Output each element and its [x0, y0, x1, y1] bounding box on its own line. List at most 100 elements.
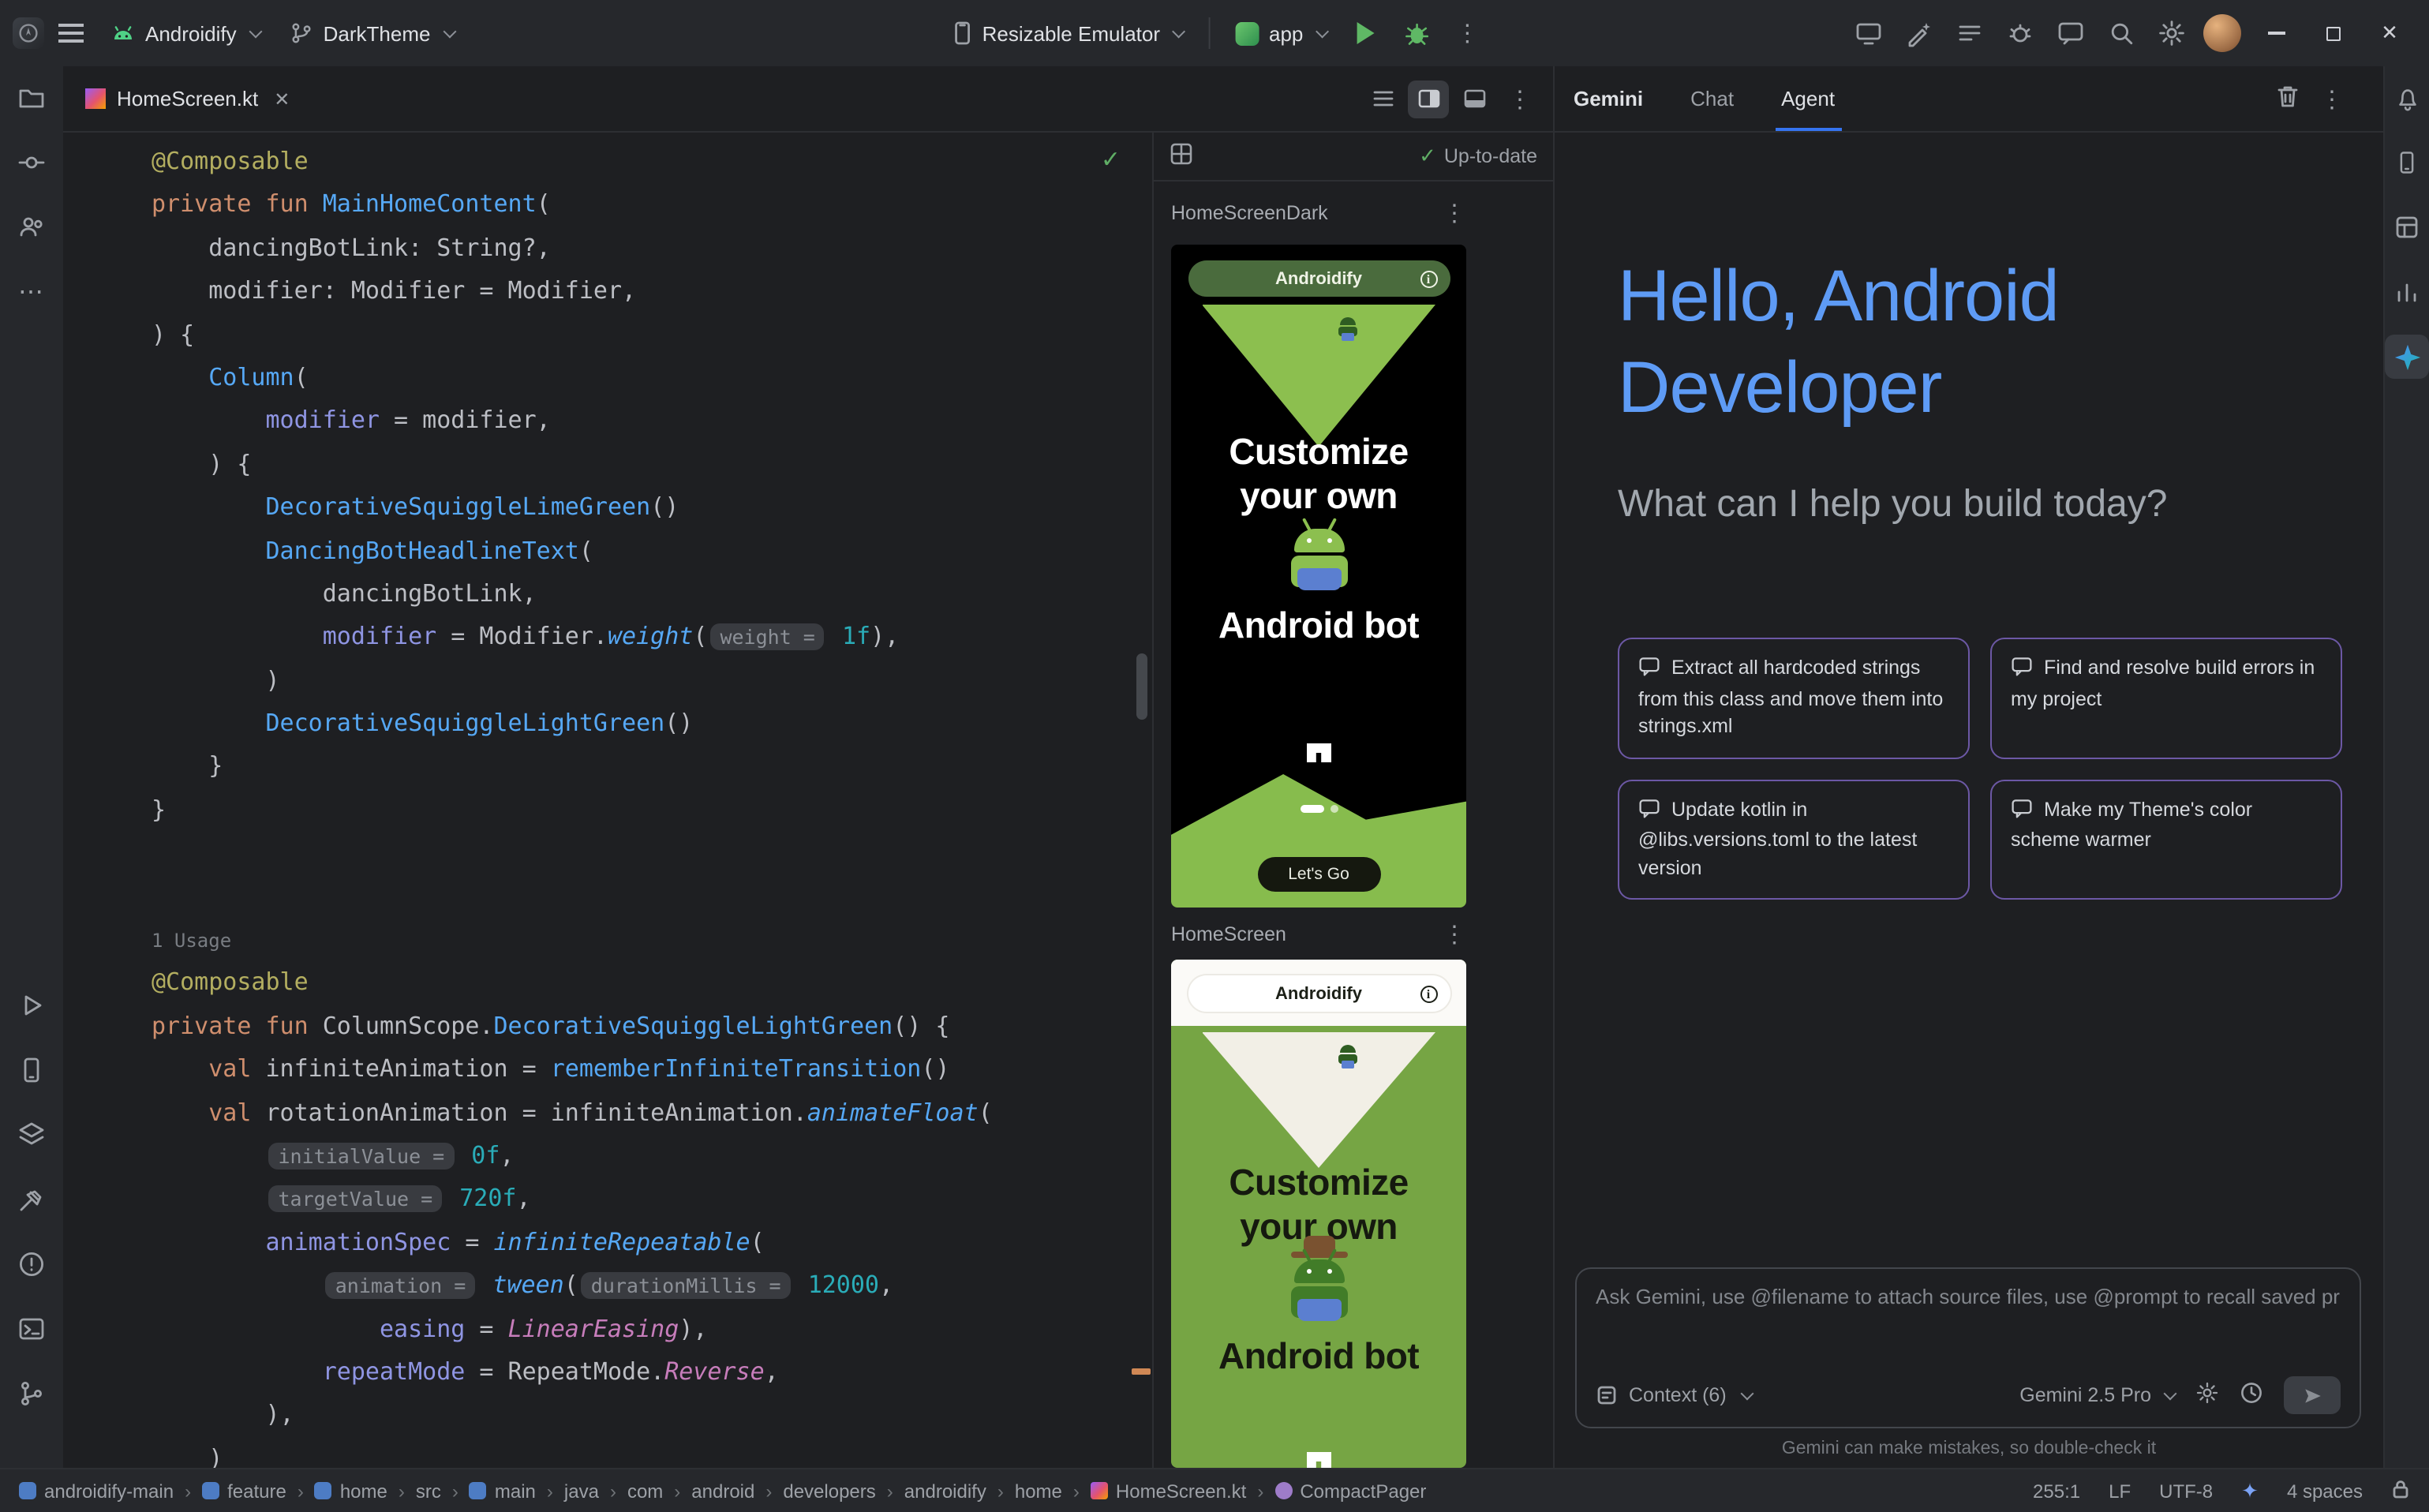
more-tool-windows-button[interactable]: ⋯ [9, 270, 54, 314]
device-selector[interactable]: Resizable Emulator [938, 14, 1196, 52]
gemini-options-button[interactable]: ⋮ [2320, 84, 2344, 113]
preview-scroll-area[interactable]: HomeScreenDark ⋮ Androidify i [1154, 182, 1553, 1468]
vcs-branch-selector[interactable]: DarkTheme [276, 14, 467, 52]
lets-go-button: Let's Go [1257, 857, 1380, 892]
notifications-button[interactable] [2385, 76, 2429, 120]
caret-position[interactable]: 255:1 [2033, 1480, 2080, 1502]
gemini-prompt-input[interactable] [1596, 1285, 2341, 1308]
commit-tool-button[interactable] [9, 140, 54, 185]
window-close-button[interactable]: ✕ [2363, 9, 2416, 57]
prompt-history-button[interactable] [2240, 1381, 2263, 1409]
version-control-tool-button[interactable] [9, 1372, 54, 1416]
device-manager-button[interactable] [2385, 140, 2429, 185]
breadcrumb-item[interactable]: home [315, 1480, 387, 1502]
code-line: private fun ColumnScope.DecorativeSquigg… [152, 1005, 1152, 1049]
suggestion-card[interactable]: Find and resolve build errors in my proj… [1990, 638, 2342, 758]
window-maximize-button[interactable] [2306, 9, 2360, 57]
list-icon [1956, 19, 1984, 47]
settings-button[interactable] [2148, 9, 2195, 57]
code-line: } [152, 789, 1152, 833]
pull-requests-tool-button[interactable] [9, 205, 54, 249]
code-line: dancingBotLink, [152, 573, 1152, 616]
terminal-tool-button[interactable] [9, 1307, 54, 1351]
model-selector[interactable]: Gemini 2.5 Pro [2019, 1384, 2175, 1406]
running-devices-tool-button[interactable] [9, 1048, 54, 1092]
editor-scrollbar[interactable] [1136, 653, 1147, 720]
gemini-tool-button[interactable] [2385, 335, 2429, 379]
trash-icon [2276, 84, 2300, 109]
project-tool-button[interactable] [9, 76, 54, 120]
module-icon [202, 1482, 219, 1499]
breadcrumb-item[interactable]: HomeScreen.kt [1091, 1480, 1246, 1502]
device-icon [951, 21, 973, 46]
send-button[interactable] [2284, 1376, 2341, 1414]
preview-layout-button[interactable] [1170, 142, 1193, 170]
problems-tool-button[interactable] [9, 1242, 54, 1286]
editor-options-button[interactable]: ⋮ [1499, 80, 1540, 118]
indent-setting[interactable]: 4 spaces [2287, 1480, 2363, 1502]
code-editor[interactable]: @Composableprivate fun MainHomeContent( … [63, 133, 1152, 1468]
preview-homescreendark[interactable]: Androidify i Customize your own [1171, 245, 1466, 908]
main-menu-button[interactable] [47, 9, 95, 57]
breadcrumb-item[interactable]: CompactPager [1274, 1480, 1426, 1502]
run-configuration-selector[interactable]: app [1223, 15, 1339, 51]
suggestion-card[interactable]: Update kotlin in @libs.versions.toml to … [1618, 779, 1970, 900]
debug-button[interactable] [1393, 9, 1440, 57]
breadcrumb-item[interactable]: android [691, 1480, 754, 1502]
ai-spark-icon[interactable]: ✦ [2241, 1478, 2259, 1503]
close-tab-icon[interactable]: ✕ [274, 88, 290, 110]
breadcrumb-item[interactable]: androidify-main [19, 1480, 174, 1502]
breadcrumb-item[interactable]: androidify [904, 1480, 986, 1502]
method-icon [1274, 1482, 1292, 1499]
breadcrumb-item[interactable]: feature [202, 1480, 286, 1502]
editor-split-view-button[interactable] [1408, 80, 1449, 118]
run-tool-button[interactable] [9, 983, 54, 1027]
editor-list-view-button[interactable] [1362, 80, 1403, 118]
tab-homescreen-kt[interactable]: HomeScreen.kt ✕ [63, 66, 305, 131]
task-list-button[interactable] [1946, 9, 1993, 57]
preview-headline: Customize [1171, 1162, 1466, 1204]
code-review-button[interactable] [2047, 9, 2094, 57]
chevron-down-icon [1316, 24, 1329, 38]
preview-options-icon[interactable]: ⋮ [1443, 919, 1466, 948]
search-everywhere-button[interactable] [2098, 9, 2145, 57]
build-variants-tool-button[interactable] [9, 1113, 54, 1157]
layers-icon [17, 1121, 46, 1149]
chevron-down-icon [1173, 24, 1186, 38]
breadcrumb-item[interactable]: main [470, 1480, 536, 1502]
app-insights-button[interactable] [2385, 270, 2429, 314]
layout-inspector-button[interactable] [2385, 205, 2429, 249]
code-line [152, 875, 1152, 919]
run-button[interactable] [1342, 9, 1390, 57]
suggestion-card[interactable]: Extract all hardcoded strings from this … [1618, 638, 1970, 758]
project-selector[interactable]: Androidify [98, 15, 273, 51]
gemini-prompt-box[interactable]: Context (6) Gemini 2.5 Pro [1575, 1267, 2361, 1428]
preview-build-status[interactable]: ✓ Up-to-date [1419, 144, 1537, 169]
gemini-actions-button[interactable] [1896, 9, 1943, 57]
clear-conversation-button[interactable] [2276, 84, 2300, 114]
readonly-toggle[interactable] [2391, 1478, 2410, 1503]
window-minimize-button[interactable] [2249, 9, 2303, 57]
more-actions-button[interactable]: ⋮ [1443, 9, 1491, 57]
user-profile-button[interactable] [2199, 9, 2246, 57]
ai-debug-button[interactable] [1997, 9, 2044, 57]
build-tool-button[interactable] [9, 1177, 54, 1222]
device-mirroring-button[interactable] [1845, 9, 1892, 57]
preview-options-icon[interactable]: ⋮ [1443, 199, 1466, 227]
line-ending[interactable]: LF [2109, 1480, 2131, 1502]
suggestion-card[interactable]: Make my Theme's color scheme warmer [1990, 779, 2342, 900]
context-selector[interactable]: Context (6) [1596, 1384, 1752, 1406]
breadcrumb-item[interactable]: home [1015, 1480, 1062, 1502]
breadcrumb-item[interactable]: java [564, 1480, 599, 1502]
file-encoding[interactable]: UTF-8 [2159, 1480, 2213, 1502]
gemini-settings-button[interactable] [2195, 1381, 2219, 1409]
bug-icon [1402, 19, 1431, 47]
breadcrumb-item[interactable]: src [416, 1480, 441, 1502]
editor-preview-view-button[interactable] [1454, 80, 1495, 118]
preview-homescreen[interactable]: Androidify i Customize your own [1171, 960, 1466, 1468]
tab-chat[interactable]: Chat [1684, 66, 1740, 131]
breadcrumb-item[interactable]: com [627, 1480, 663, 1502]
breadcrumb-item[interactable]: developers [783, 1480, 875, 1502]
tab-agent[interactable]: Agent [1775, 66, 1841, 131]
inspections-ok-icon[interactable]: ✓ [1101, 145, 1121, 174]
